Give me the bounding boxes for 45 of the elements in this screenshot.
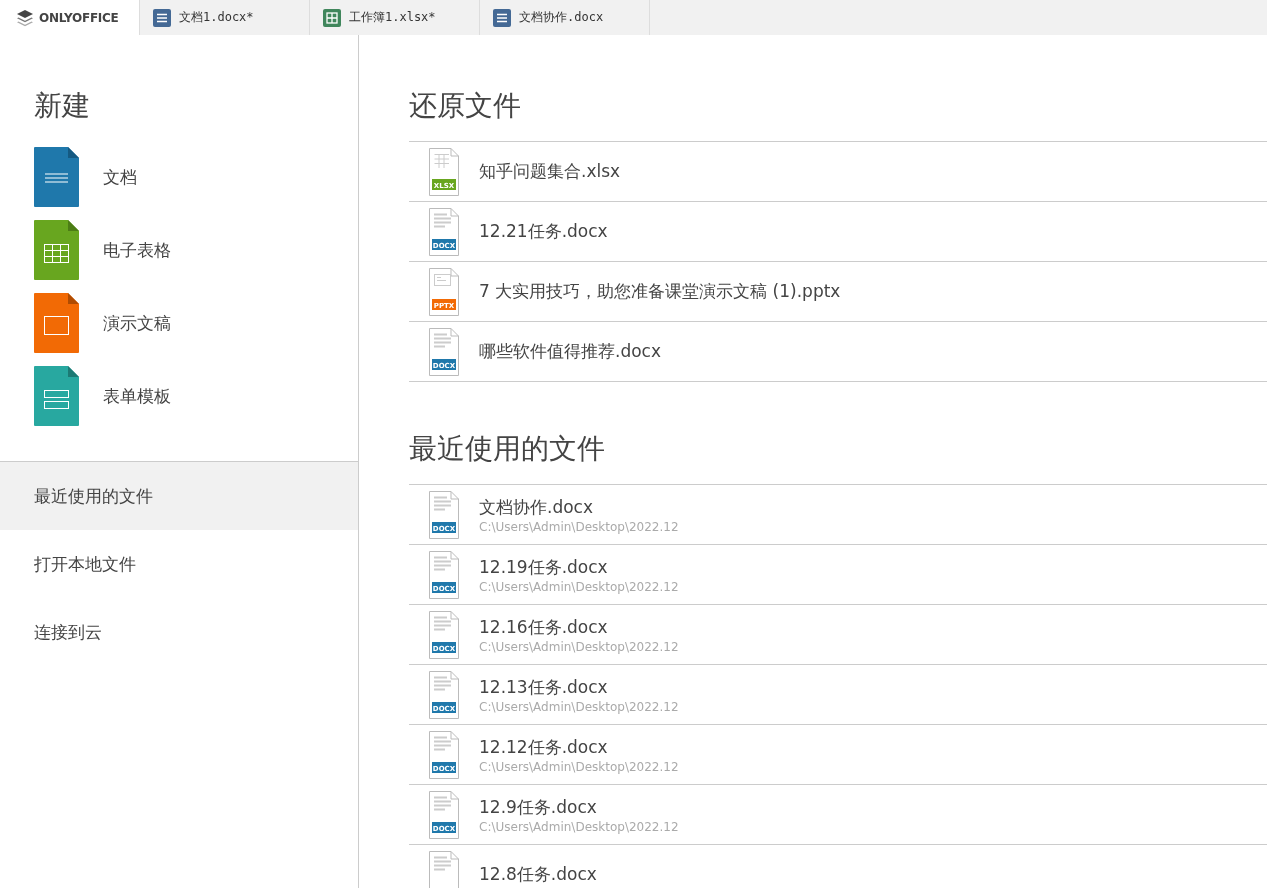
document-icon (153, 8, 171, 27)
file-name: 文档协作.docx (479, 495, 594, 519)
tab-label: 文档协作.docx (519, 9, 604, 26)
sidebar-item[interactable]: 打开本地文件 (0, 530, 358, 598)
file-name: 12.16任务.docx (479, 615, 609, 639)
file-name: 12.13任务.docx (479, 675, 609, 699)
file-row[interactable]: 12.8任务.docx (409, 845, 1267, 888)
tab[interactable]: ONLYOFFICE (0, 0, 140, 35)
document-icon (34, 147, 79, 207)
create-item[interactable]: 演示文稿 (34, 293, 234, 353)
section-title: 最近使用的文件 (409, 431, 606, 467)
spreadsheet-icon (323, 8, 341, 27)
tab-label: 文档1.docx* (179, 9, 254, 26)
file-name: 12.19任务.docx (479, 555, 609, 579)
file-path: C:\Users\Admin\Desktop\2022.12 (479, 819, 679, 834)
create-item[interactable]: 表单模板 (34, 366, 234, 426)
file-path: C:\Users\Admin\Desktop\2022.12 (479, 699, 679, 714)
sidebar-item[interactable]: 连接到云 (0, 598, 358, 666)
create-item[interactable]: 文档 (34, 147, 234, 207)
tab[interactable]: 工作簿1.xlsx* (310, 0, 480, 35)
spreadsheet-icon (34, 220, 79, 280)
presentation-icon (34, 293, 79, 353)
file-path: C:\Users\Admin\Desktop\2022.12 (479, 759, 679, 774)
file-name: 知乎问题集合.xlsx (479, 160, 621, 183)
document-icon (493, 8, 511, 27)
file-path: C:\Users\Admin\Desktop\2022.12 (479, 579, 679, 594)
sidebar-item[interactable]: 最近使用的文件 (0, 462, 358, 530)
file-path: C:\Users\Admin\Desktop\2022.12 (479, 639, 679, 654)
file-name: 12.21任务.docx (479, 220, 608, 243)
file-name: 12.9任务.docx (479, 795, 598, 819)
create-item[interactable]: 电子表格 (34, 220, 234, 280)
section-title: 新建 (33, 88, 91, 124)
file-icon (429, 850, 459, 888)
logo-icon (16, 8, 34, 27)
section-title: 还原文件 (409, 88, 522, 124)
file-path: C:\Users\Admin\Desktop\2022.12 (479, 519, 679, 534)
file-name: 12.8任务.docx (479, 863, 597, 886)
form-icon (34, 366, 79, 426)
file-name: 7 大实用技巧，助您准备课堂演示文稿 (1).pptx (479, 280, 841, 303)
file-name: 12.12任务.docx (479, 735, 609, 759)
tab-label: 工作簿1.xlsx* (349, 9, 436, 26)
tab[interactable]: 文档1.docx* (140, 0, 310, 35)
tab[interactable]: 文档协作.docx (480, 0, 650, 35)
file-name: 哪些软件值得推荐.docx (479, 340, 661, 363)
logo-text: ONLYOFFICE (39, 10, 119, 25)
